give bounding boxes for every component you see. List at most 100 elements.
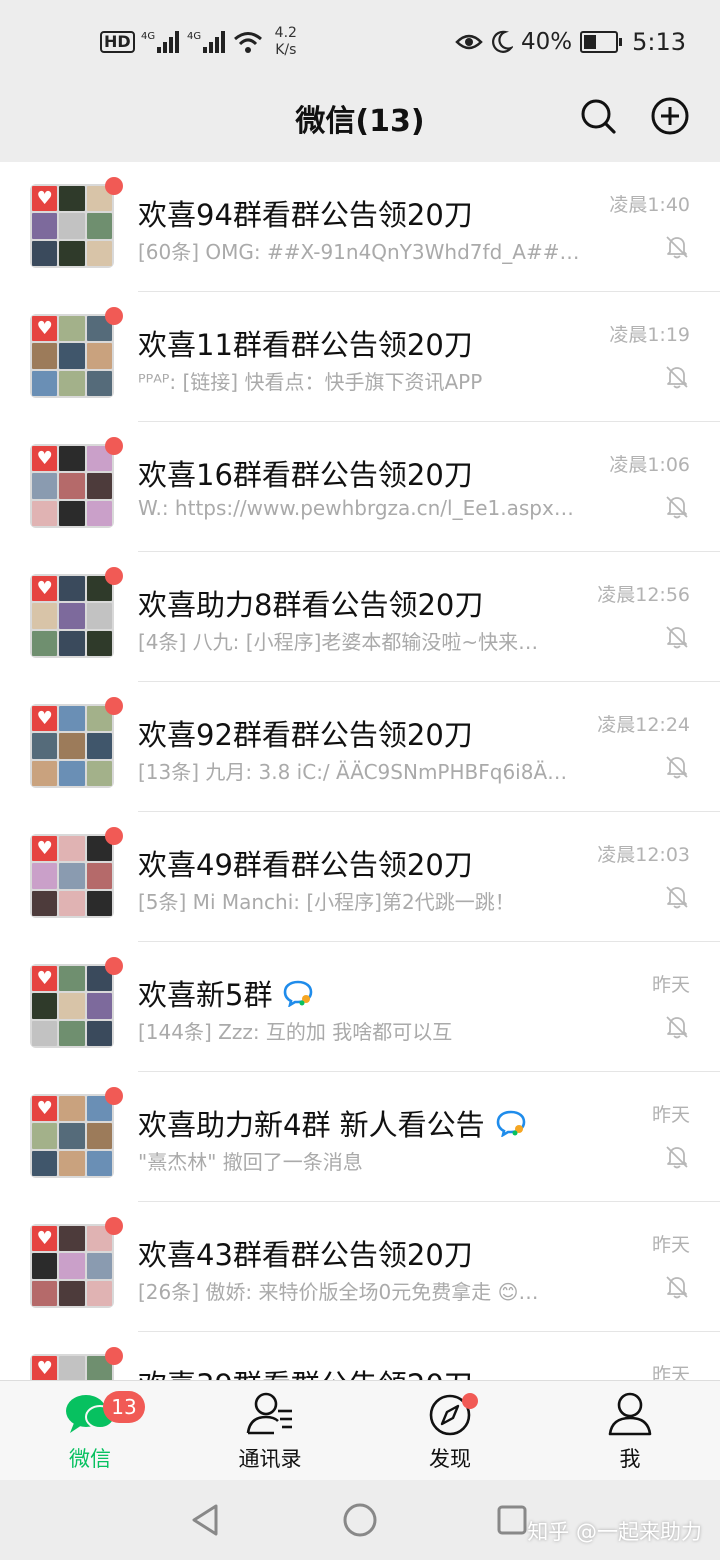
- member-thumbnail: [59, 1020, 85, 1046]
- member-thumbnail: [32, 1280, 58, 1306]
- member-thumbnail: [32, 760, 58, 786]
- chat-list[interactable]: ♥ 欢喜94群看群公告领20刀 [60条] OMG: ##X-91n4QnY3Whd…: [0, 162, 720, 1380]
- member-thumbnail: [59, 836, 85, 862]
- group-avatar: ♥: [30, 574, 114, 658]
- search-icon[interactable]: [578, 96, 618, 136]
- member-thumbnail: [59, 1150, 85, 1176]
- chat-list-item[interactable]: ♥ 欢喜39群看群公告领20刀 昨天: [0, 1332, 720, 1380]
- tab-label: 通讯录: [238, 1447, 302, 1471]
- member-thumbnail: [59, 1226, 85, 1252]
- chat-name: 欢喜16群看群公告领20刀: [138, 458, 473, 492]
- unread-dot: [105, 307, 123, 325]
- chat-name: 欢喜11群看群公告领20刀: [138, 328, 473, 362]
- hd-indicator: HD: [100, 31, 135, 53]
- member-thumbnail: [59, 890, 85, 916]
- wifi-icon: [233, 32, 262, 53]
- recents-icon[interactable]: [496, 1504, 528, 1536]
- group-logo-icon: ♥: [32, 1096, 58, 1122]
- bell-off-icon: [666, 1016, 688, 1039]
- member-thumbnail: [32, 1253, 58, 1279]
- signal-4g-icon: 4G: [141, 31, 179, 53]
- member-thumbnail: [86, 1150, 112, 1176]
- group-logo-icon: ♥: [32, 1356, 58, 1380]
- chat-time: 凌晨12:03: [597, 844, 690, 866]
- member-thumbnail: [32, 890, 58, 916]
- back-icon[interactable]: [188, 1502, 222, 1538]
- group-avatar: ♥: [30, 704, 114, 788]
- member-thumbnail: [59, 240, 85, 266]
- member-thumbnail: [59, 1123, 85, 1149]
- chat-list-item[interactable]: ♥ 欢喜43群看群公告领20刀 [26条] 傲娇: 来特价版全场0元免费拿走 😊… 昨…: [0, 1202, 720, 1332]
- enterprise-chat-icon: [284, 980, 313, 1007]
- bell-off-icon: [666, 236, 688, 259]
- speed-value: 4.2: [274, 25, 297, 41]
- chat-time: 昨天: [651, 1104, 690, 1126]
- member-thumbnail: [32, 733, 58, 759]
- chat-name: 欢喜94群看群公告领20刀: [138, 198, 473, 232]
- member-thumbnail: [59, 760, 85, 786]
- chat-time: 凌晨12:56: [597, 584, 690, 606]
- chat-preview: "熹杰林" 撤回了一条消息: [138, 1150, 363, 1174]
- battery-level: [584, 35, 597, 49]
- group-logo-icon: ♥: [32, 316, 58, 342]
- chat-time: 凌晨1:06: [609, 454, 690, 476]
- enterprise-chat-icon: [496, 1110, 525, 1137]
- member-thumbnail: [86, 890, 112, 916]
- member-thumbnail: [86, 1253, 112, 1279]
- chat-list-item[interactable]: ♥ 欢喜49群看群公告领20刀 [5条] Mi Manchi: [小程序]第2代跳一…: [0, 812, 720, 942]
- plus-circle-icon[interactable]: [650, 96, 690, 136]
- member-thumbnail: [32, 630, 58, 656]
- bell-off-icon: [666, 496, 688, 519]
- member-thumbnail: [59, 370, 85, 396]
- member-thumbnail: [59, 343, 85, 369]
- group-logo-icon: ♥: [32, 446, 58, 472]
- chat-name-row: 欢喜43群看群公告领20刀: [138, 1232, 473, 1274]
- chat-list-item[interactable]: ♥ 欢喜助力新4群 新人看公告 "熹杰林" 撤回了一条消息 昨天: [0, 1072, 720, 1202]
- chat-list-item[interactable]: ♥ 欢喜11群看群公告领20刀 ᴾᴾᴬᴾ: [链接] 快看点：快手旗下资讯APP 凌晨…: [0, 292, 720, 422]
- unread-dot: [105, 567, 123, 585]
- chat-preview: [4条] 八九: [小程序]老婆本都输没啦~快来…: [138, 630, 539, 654]
- group-avatar: ♥: [30, 1094, 114, 1178]
- chat-name-row: 欢喜92群看群公告领20刀: [138, 712, 473, 754]
- member-thumbnail: [86, 370, 112, 396]
- unread-dot: [105, 957, 123, 975]
- tab-me[interactable]: 我: [540, 1381, 720, 1481]
- chat-list-item[interactable]: ♥ 欢喜助力8群看公告领20刀 [4条] 八九: [小程序]老婆本都输没啦~快来… 凌…: [0, 552, 720, 682]
- chat-time: 昨天: [651, 974, 690, 996]
- chat-list-item[interactable]: ♥ 欢喜94群看群公告领20刀 [60条] OMG: ##X-91n4QnY3Whd…: [0, 162, 720, 292]
- discover-dot: [462, 1393, 478, 1409]
- member-thumbnail: [59, 1356, 85, 1380]
- chat-list-item[interactable]: ♥ 欢喜新5群 [144条] Zzz: 互的加 我啥都可以互 昨天: [0, 942, 720, 1072]
- member-thumbnail: [59, 446, 85, 472]
- member-thumbnail: [59, 316, 85, 342]
- unread-dot: [105, 177, 123, 195]
- group-avatar: ♥: [30, 444, 114, 528]
- group-logo-icon: ♥: [32, 966, 58, 992]
- home-icon[interactable]: [342, 1502, 378, 1538]
- status-left: HD 4G 4G 4.2 K/s: [100, 22, 297, 62]
- chat-list-item[interactable]: ♥ 欢喜16群看群公告领20刀 W.: https://www.pewhbrgza.…: [0, 422, 720, 552]
- chat-name: 欢喜43群看群公告领20刀: [138, 1238, 473, 1272]
- tab-label: 微信: [69, 1447, 111, 1471]
- unread-dot: [105, 1087, 123, 1105]
- member-thumbnail: [86, 1280, 112, 1306]
- svg-text:4G: 4G: [141, 31, 155, 42]
- group-logo-icon: ♥: [32, 186, 58, 212]
- tab-discover[interactable]: 发现: [360, 1381, 540, 1481]
- svg-text:4G: 4G: [187, 31, 201, 42]
- bell-off-icon: [666, 886, 688, 909]
- chat-name: 欢喜助力新4群 新人看公告: [138, 1108, 485, 1142]
- person-icon: [608, 1392, 652, 1436]
- status-right: 40% 5:13: [455, 22, 686, 62]
- member-thumbnail: [32, 1123, 58, 1149]
- tab-chats[interactable]: 13 微信: [0, 1381, 180, 1481]
- signal-4g-icon: 4G: [187, 31, 225, 53]
- chat-list-item[interactable]: ♥ 欢喜92群看群公告领20刀 [13条] 九月: 3.8 iC:/ ÄÄC9SNm…: [0, 682, 720, 812]
- member-thumbnail: [32, 993, 58, 1019]
- chat-name-row: 欢喜49群看群公告领20刀: [138, 842, 473, 884]
- member-thumbnail: [86, 240, 112, 266]
- chat-preview: ᴾᴾᴬᴾ: [链接] 快看点：快手旗下资讯APP: [138, 370, 483, 394]
- member-thumbnail: [59, 473, 85, 499]
- tab-contacts[interactable]: 通讯录: [180, 1381, 360, 1481]
- member-thumbnail: [86, 343, 112, 369]
